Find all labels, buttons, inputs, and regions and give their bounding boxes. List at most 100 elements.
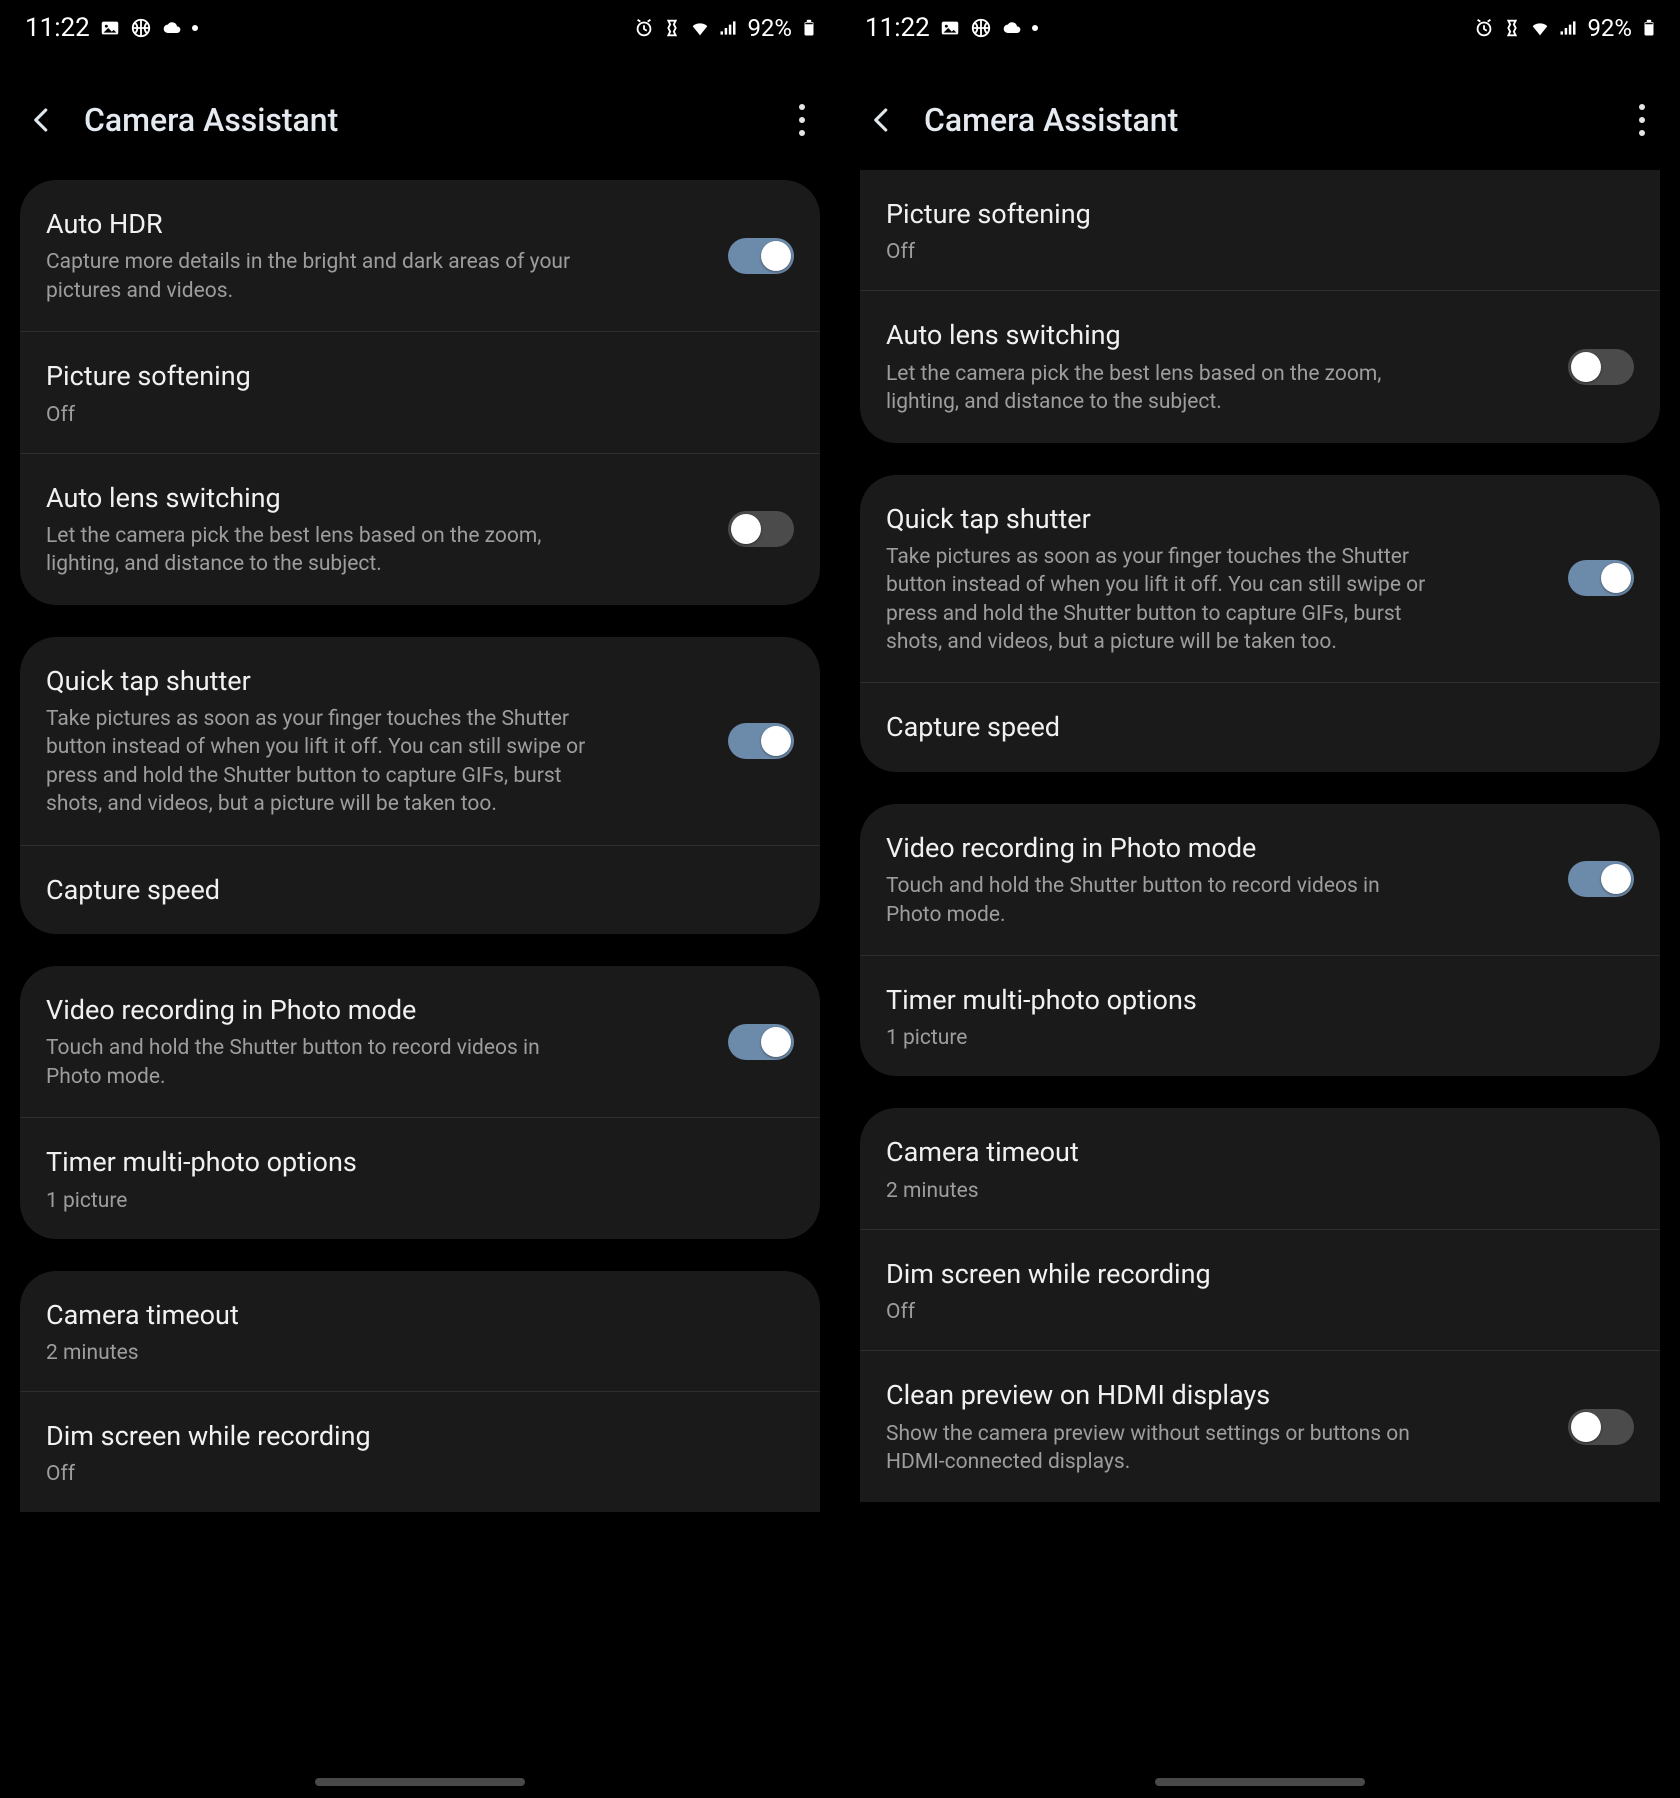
gesture-nav-pill[interactable]: [1155, 1778, 1365, 1786]
setting-value: 1 picture: [46, 1189, 794, 1213]
setting-description: Let the camera pick the best lens based …: [46, 522, 686, 579]
setting-title: Auto HDR: [46, 206, 794, 242]
notification-dot-icon: [192, 25, 198, 31]
setting-quick-tap-shutter[interactable]: Quick tap shutter Take pictures as soon …: [20, 637, 820, 845]
app-bar: Camera Assistant: [0, 70, 840, 170]
setting-description: Let the camera pick the best lens based …: [886, 360, 1526, 417]
screen-left: 11:22 92% Camera Assistant: [0, 0, 840, 1798]
setting-capture-speed[interactable]: Capture speed: [20, 845, 820, 934]
battery-icon: [1638, 17, 1660, 39]
settings-group: Picture softening Off Auto lens switchin…: [860, 170, 1660, 443]
more-options-button[interactable]: [788, 100, 816, 140]
status-bar: 11:22 92%: [840, 0, 1680, 55]
setting-value: Off: [886, 240, 1634, 264]
setting-clean-preview-hdmi[interactable]: Clean preview on HDMI displays Show the …: [860, 1350, 1660, 1502]
setting-title: Timer multi-photo options: [886, 982, 1634, 1018]
setting-title: Camera timeout: [886, 1134, 1634, 1170]
setting-title: Clean preview on HDMI displays: [886, 1377, 1634, 1413]
battery-icon: [798, 17, 820, 39]
setting-picture-softening[interactable]: Picture softening Off: [860, 170, 1660, 290]
setting-description: Take pictures as soon as your finger tou…: [46, 705, 686, 818]
setting-value: Off: [46, 1462, 794, 1486]
setting-value: Off: [46, 403, 794, 427]
settings-group: Video recording in Photo mode Touch and …: [20, 966, 820, 1239]
setting-title: Capture speed: [886, 709, 1634, 745]
setting-description: Show the camera preview without settings…: [886, 1420, 1526, 1477]
setting-dim-screen-recording[interactable]: Dim screen while recording Off: [20, 1391, 820, 1512]
settings-group: Video recording in Photo mode Touch and …: [860, 804, 1660, 1077]
battery-text: 92%: [747, 14, 792, 42]
setting-title: Video recording in Photo mode: [46, 992, 794, 1028]
setting-value: Off: [886, 1300, 1634, 1324]
app-bar: Camera Assistant: [840, 70, 1680, 170]
setting-timer-multi-photo[interactable]: Timer multi-photo options 1 picture: [20, 1117, 820, 1238]
settings-list[interactable]: Auto HDR Capture more details in the bri…: [0, 170, 840, 1798]
toggle-switch[interactable]: [1568, 1409, 1634, 1445]
cloud-icon: [161, 17, 183, 39]
vibrate-icon: [661, 17, 683, 39]
wifi-icon: [1529, 17, 1551, 39]
setting-camera-timeout[interactable]: Camera timeout 2 minutes: [20, 1271, 820, 1391]
setting-quick-tap-shutter[interactable]: Quick tap shutter Take pictures as soon …: [860, 475, 1660, 683]
setting-description: Touch and hold the Shutter button to rec…: [886, 872, 1526, 929]
toggle-switch[interactable]: [728, 238, 794, 274]
status-time: 11:22: [865, 13, 930, 43]
settings-group: Quick tap shutter Take pictures as soon …: [860, 475, 1660, 772]
setting-video-recording-photo-mode[interactable]: Video recording in Photo mode Touch and …: [860, 804, 1660, 955]
wifi-icon: [689, 17, 711, 39]
signal-icon: [717, 17, 739, 39]
setting-title: Dim screen while recording: [886, 1256, 1634, 1292]
setting-camera-timeout[interactable]: Camera timeout 2 minutes: [860, 1108, 1660, 1228]
settings-group: Quick tap shutter Take pictures as soon …: [20, 637, 820, 934]
alarm-icon: [1473, 17, 1495, 39]
status-bar: 11:22 92%: [0, 0, 840, 55]
signal-icon: [1557, 17, 1579, 39]
settings-list[interactable]: Picture softening Off Auto lens switchin…: [840, 170, 1680, 1798]
page-title: Camera Assistant: [924, 101, 1604, 139]
setting-title: Camera timeout: [46, 1297, 794, 1333]
toggle-switch[interactable]: [728, 723, 794, 759]
setting-auto-hdr[interactable]: Auto HDR Capture more details in the bri…: [20, 180, 820, 331]
cloud-icon: [1001, 17, 1023, 39]
toggle-switch[interactable]: [1568, 861, 1634, 897]
setting-description: Take pictures as soon as your finger tou…: [886, 543, 1526, 656]
setting-picture-softening[interactable]: Picture softening Off: [20, 331, 820, 452]
setting-value: 1 picture: [886, 1026, 1634, 1050]
setting-title: Video recording in Photo mode: [886, 830, 1634, 866]
toggle-switch[interactable]: [728, 511, 794, 547]
settings-group: Auto HDR Capture more details in the bri…: [20, 180, 820, 605]
setting-value: 2 minutes: [886, 1179, 1634, 1203]
setting-timer-multi-photo[interactable]: Timer multi-photo options 1 picture: [860, 955, 1660, 1076]
setting-title: Quick tap shutter: [886, 501, 1634, 537]
page-title: Camera Assistant: [84, 101, 764, 139]
setting-dim-screen-recording[interactable]: Dim screen while recording Off: [860, 1229, 1660, 1350]
image-icon: [99, 17, 121, 39]
setting-value: 2 minutes: [46, 1341, 794, 1365]
setting-title: Dim screen while recording: [46, 1418, 794, 1454]
toggle-switch[interactable]: [1568, 349, 1634, 385]
setting-auto-lens-switching[interactable]: Auto lens switching Let the camera pick …: [20, 453, 820, 605]
status-time: 11:22: [25, 13, 90, 43]
setting-description: Capture more details in the bright and d…: [46, 248, 686, 305]
image-icon: [939, 17, 961, 39]
screen-right: 11:22 92% Camera Assistant: [840, 0, 1680, 1798]
settings-group: Camera timeout 2 minutes Dim screen whil…: [860, 1108, 1660, 1502]
setting-title: Auto lens switching: [46, 480, 794, 516]
back-button[interactable]: [864, 102, 900, 138]
setting-auto-lens-switching[interactable]: Auto lens switching Let the camera pick …: [860, 290, 1660, 442]
toggle-switch[interactable]: [728, 1024, 794, 1060]
notification-dot-icon: [1032, 25, 1038, 31]
setting-description: Touch and hold the Shutter button to rec…: [46, 1034, 686, 1091]
toggle-switch[interactable]: [1568, 560, 1634, 596]
setting-title: Timer multi-photo options: [46, 1144, 794, 1180]
alarm-icon: [633, 17, 655, 39]
battery-text: 92%: [1587, 14, 1632, 42]
more-options-button[interactable]: [1628, 100, 1656, 140]
setting-video-recording-photo-mode[interactable]: Video recording in Photo mode Touch and …: [20, 966, 820, 1117]
back-button[interactable]: [24, 102, 60, 138]
gesture-nav-pill[interactable]: [315, 1778, 525, 1786]
setting-title: Auto lens switching: [886, 317, 1634, 353]
setting-capture-speed[interactable]: Capture speed: [860, 682, 1660, 771]
basketball-icon: [130, 17, 152, 39]
basketball-icon: [970, 17, 992, 39]
